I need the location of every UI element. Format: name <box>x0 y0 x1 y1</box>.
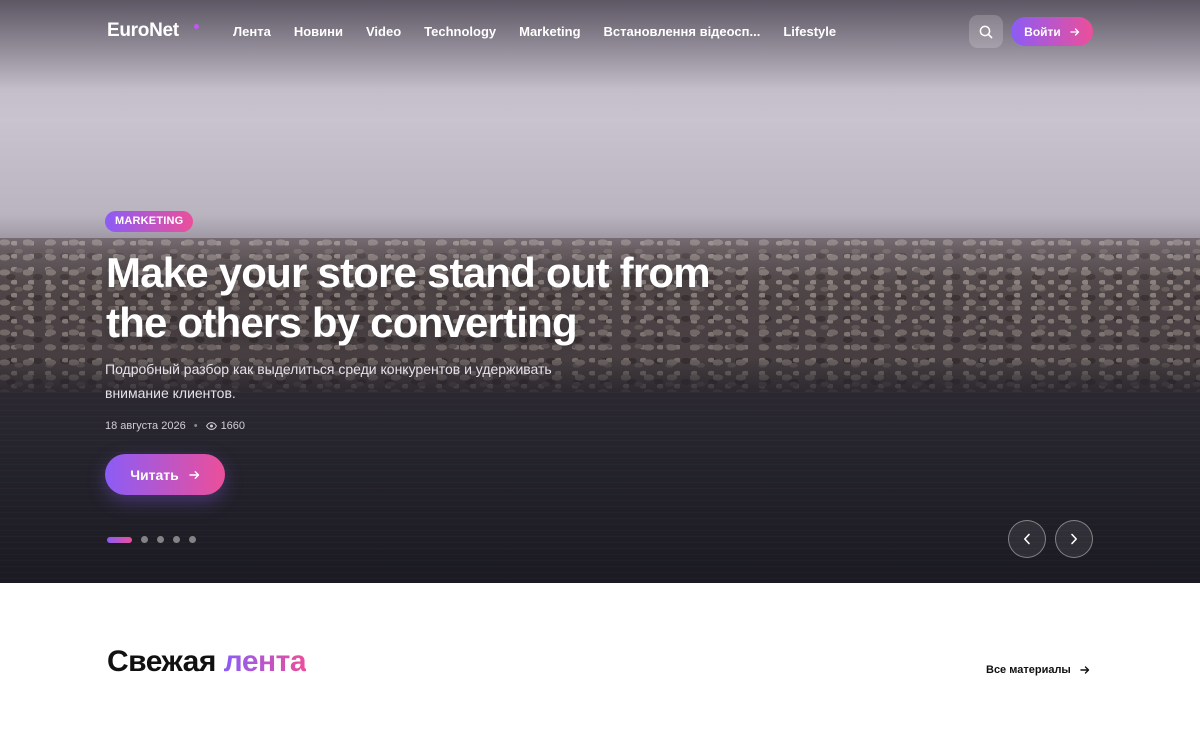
hero-title: Make your store stand out from the other… <box>106 249 711 346</box>
slider-dot[interactable] <box>189 536 196 543</box>
hero-description: Подробный разбор как выделиться среди ко… <box>105 361 552 401</box>
logo-dot <box>194 24 199 29</box>
arrow-right-icon <box>1070 27 1080 37</box>
slider-dot[interactable] <box>173 536 180 543</box>
slider-dot[interactable] <box>141 536 148 543</box>
arrow-right-icon <box>189 470 200 480</box>
all-materials-link[interactable]: Все материалы <box>986 664 1090 676</box>
article-date: 18 августа 2026 <box>105 420 186 432</box>
slider-dot[interactable] <box>157 536 164 543</box>
chevron-left-icon <box>1023 533 1031 545</box>
logo[interactable]: EuroNet <box>107 20 179 42</box>
slider-prev-button[interactable] <box>1008 520 1046 558</box>
eye-icon <box>205 422 217 430</box>
section-title: Свежая лента <box>107 645 307 679</box>
nav-item-marketing[interactable]: Marketing <box>519 24 580 39</box>
search-icon <box>979 25 993 39</box>
login-label: Войти <box>1024 24 1061 39</box>
article-meta: 18 августа 2026 • 1660 <box>105 420 245 432</box>
login-button[interactable]: Войти <box>1011 17 1093 46</box>
nav-item-novyny[interactable]: Новини <box>294 24 343 39</box>
nav-item-lenta[interactable]: Лента <box>233 24 271 39</box>
slider-pagination <box>107 536 196 543</box>
category-badge[interactable]: MARKETING <box>105 211 194 232</box>
read-label: Читать <box>130 466 179 483</box>
search-button[interactable] <box>969 15 1003 48</box>
section-title-accent: лента <box>223 645 307 678</box>
slider-dot-active[interactable] <box>107 536 132 543</box>
nav-item-video[interactable]: Video <box>366 24 401 39</box>
hero-slider: EuroNet Лента Новини Video Technology Ma… <box>0 0 1200 583</box>
section-title-main: Свежая <box>107 645 216 678</box>
site-header: EuroNet Лента Новини Video Technology Ma… <box>0 0 1200 62</box>
slider-next-button[interactable] <box>1055 520 1093 558</box>
meta-separator: • <box>193 420 198 432</box>
chevron-right-icon <box>1070 533 1078 545</box>
arrow-right-icon <box>1080 665 1090 675</box>
article-views: 1660 <box>220 420 246 432</box>
nav-item-technology[interactable]: Technology <box>424 24 496 39</box>
all-materials-label: Все материалы <box>986 664 1071 676</box>
main-nav: Лента Новини Video Technology Marketing … <box>233 24 859 39</box>
nav-item-lifestyle[interactable]: Lifestyle <box>783 24 836 39</box>
nav-item-installation[interactable]: Встановлення відеосп... <box>604 24 761 39</box>
read-button[interactable]: Читать <box>105 454 225 495</box>
